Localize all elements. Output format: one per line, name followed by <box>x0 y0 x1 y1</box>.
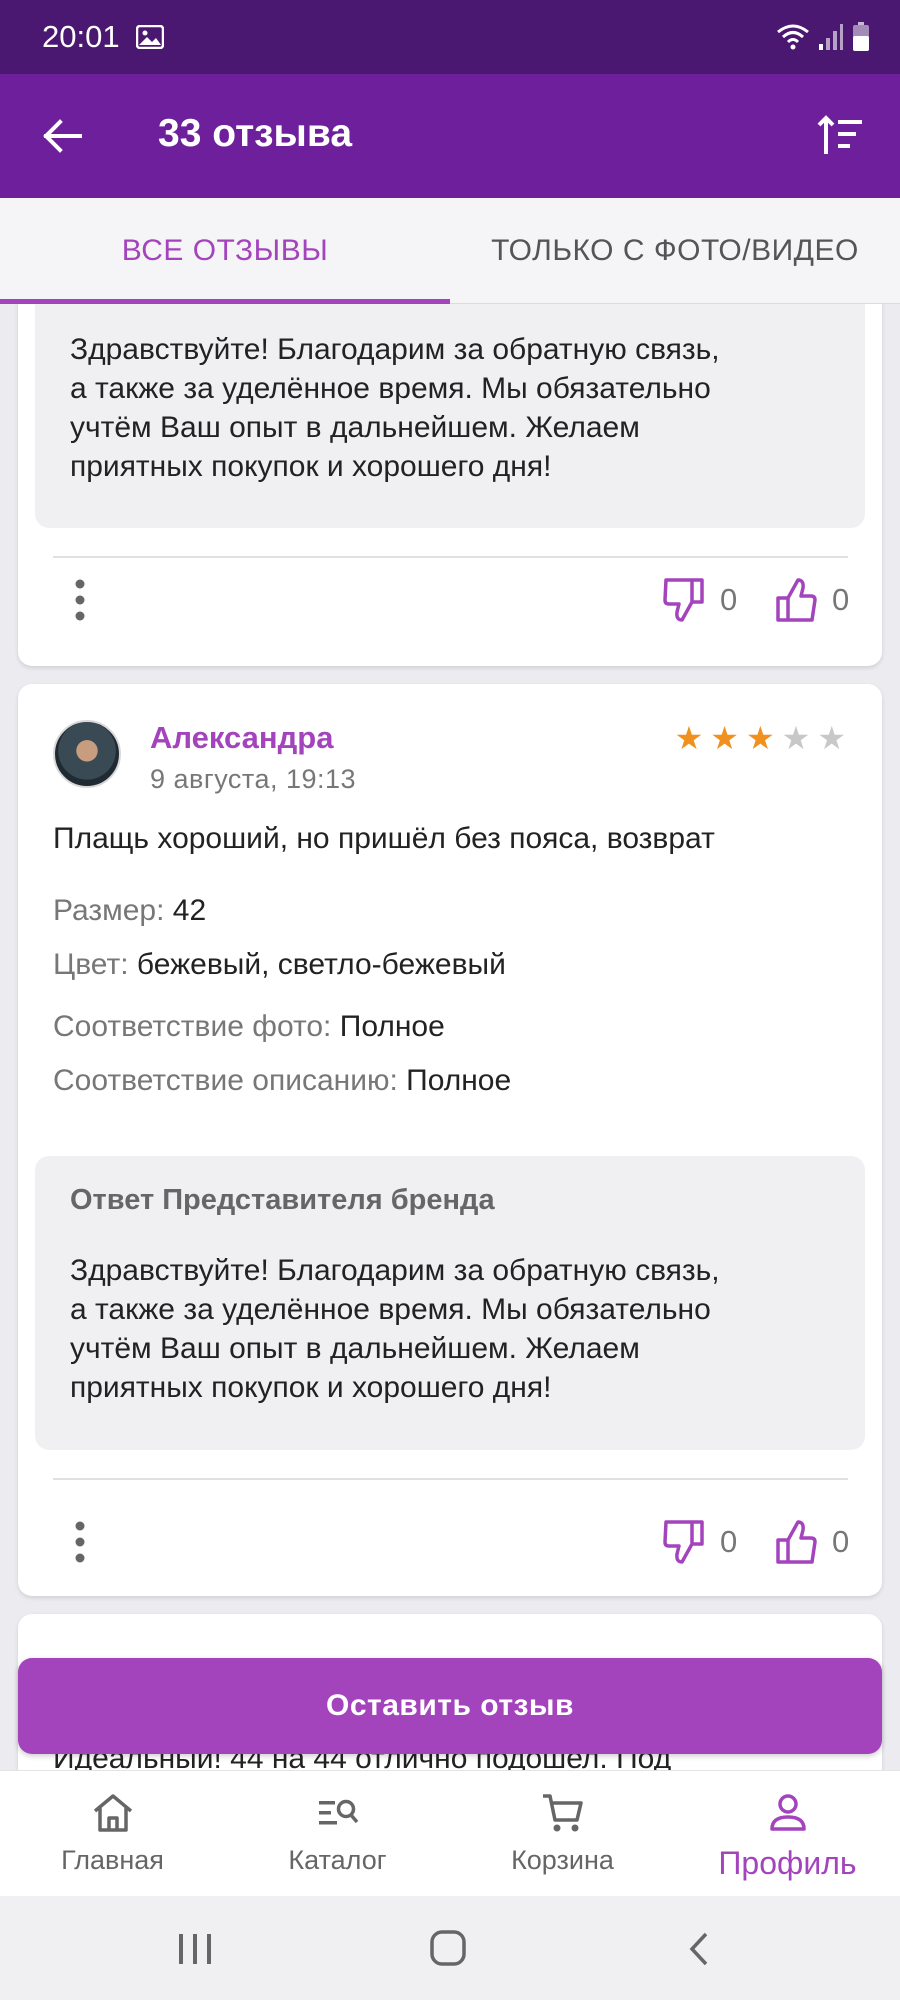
avatar <box>53 720 121 788</box>
star-empty-icon: ★ <box>817 720 846 756</box>
color-attribute: Цвет: бежевый, светло-бежевый <box>53 948 506 982</box>
dislike-button[interactable]: 0 <box>662 1518 737 1566</box>
size-value: 42 <box>172 894 207 927</box>
nav-profile-label: Профиль <box>718 1845 857 1881</box>
reply-line: учтём Ваш опыт в дальнейшем. Желаем <box>70 1332 640 1365</box>
nav-profile[interactable]: Профиль <box>675 1771 900 1896</box>
review-tabs: ВСЕ ОТЗЫВЫ ТОЛЬКО С ФОТО/ВИДЕО <box>0 198 900 304</box>
like-button[interactable]: 0 <box>774 1518 849 1566</box>
star-empty-icon: ★ <box>781 720 811 756</box>
wifi-icon <box>777 24 809 50</box>
cart-icon <box>542 1794 583 1832</box>
battery-icon <box>853 22 869 51</box>
divider <box>53 556 848 558</box>
reply-line: Здравствуйте! Благодарим за обратную свя… <box>70 333 720 366</box>
system-back-icon[interactable] <box>684 1930 714 1968</box>
review-card-previous: Здравствуйте! Благодарим за обратную свя… <box>18 304 882 666</box>
photo-match-value: Полное <box>339 1010 445 1043</box>
more-options-icon[interactable] <box>74 578 86 622</box>
color-value: бежевый, светло-бежевый <box>136 948 506 981</box>
color-label: Цвет: <box>53 948 129 981</box>
thumbs-down-icon <box>663 1520 704 1564</box>
review-card: Александра 9 августа, 19:13 ★ ★ ★ ★ ★ Плащь … <box>18 684 882 1596</box>
sort-icon[interactable] <box>816 114 864 158</box>
app-bar: 33 отзыва <box>0 74 900 198</box>
star-filled-icon: ★ <box>710 720 739 756</box>
thumbs-up-icon <box>776 1520 817 1564</box>
bottom-navigation: Главная Каталог Корзина Профиль <box>0 1770 900 1896</box>
nav-cart[interactable]: Корзина <box>450 1771 675 1896</box>
catalog-search-icon <box>318 1799 358 1825</box>
star-filled-icon: ★ <box>674 720 704 756</box>
status-indicators <box>776 22 870 52</box>
dislike-count: 0 <box>720 1524 738 1559</box>
profile-icon <box>769 1794 806 1831</box>
reply-line: приятных покупок и хорошего дня! <box>70 1371 552 1404</box>
size-attribute: Размер: 42 <box>53 894 206 928</box>
thumbs-up-icon <box>776 578 817 622</box>
signal-icon <box>819 24 843 50</box>
page-title: 33 отзыва <box>158 112 353 155</box>
brand-reply-header: Ответ Представителя бренда <box>70 1184 495 1216</box>
size-label: Размер: <box>53 894 165 927</box>
dislike-count: 0 <box>720 582 738 617</box>
reply-line: учтём Ваш опыт в дальнейшем. Желаем <box>70 411 640 444</box>
reply-line: а также за уделённое время. Мы обязатель… <box>70 372 711 405</box>
divider <box>53 1478 848 1480</box>
back-arrow-icon[interactable] <box>40 114 84 158</box>
photo-match-attribute: Соответствие фото: Полное <box>53 1010 445 1044</box>
thumbs-down-icon <box>663 578 704 622</box>
home-button-icon[interactable] <box>428 1928 468 1968</box>
description-match-value: Полное <box>406 1064 512 1097</box>
brand-reply: Здравствуйте! Благодарим за обратную свя… <box>35 304 865 528</box>
rating-stars: ★ ★ ★ ★ ★ <box>675 722 846 754</box>
reviews-list[interactable]: Здравствуйте! Благодарим за обратную свя… <box>0 304 900 1770</box>
system-navigation-bar <box>0 1896 900 2000</box>
recent-apps-icon[interactable] <box>176 1930 214 1968</box>
reply-line: а также за уделённое время. Мы обязатель… <box>70 1293 711 1326</box>
nav-catalog-label: Каталог <box>288 1845 387 1875</box>
reply-line: приятных покупок и хорошего дня! <box>70 450 552 483</box>
status-bar: 20:01 <box>0 0 900 74</box>
nav-catalog[interactable]: Каталог <box>225 1771 450 1896</box>
star-filled-icon: ★ <box>745 720 775 756</box>
photo-match-label: Соответствие фото: <box>53 1010 332 1043</box>
nav-home[interactable]: Главная <box>0 1771 225 1896</box>
more-options-icon[interactable] <box>74 1520 86 1564</box>
nav-cart-label: Корзина <box>511 1845 614 1875</box>
like-count: 0 <box>832 1524 850 1559</box>
leave-review-button[interactable]: Оставить отзыв <box>18 1658 882 1754</box>
brand-reply: Ответ Представителя бренда Здравствуйте!… <box>35 1156 865 1450</box>
gallery-notification-icon <box>135 25 164 49</box>
description-match-label: Соответствие описанию: <box>53 1064 398 1097</box>
home-icon <box>93 1794 132 1832</box>
tab-all-reviews[interactable]: ВСЕ ОТЗЫВЫ <box>0 198 450 304</box>
status-time: 20:01 <box>42 19 120 54</box>
nav-home-label: Главная <box>61 1845 164 1875</box>
review-author: Александра <box>150 720 334 755</box>
reply-line: Здравствуйте! Благодарим за обратную свя… <box>70 1254 720 1287</box>
dislike-button[interactable]: 0 <box>662 576 737 624</box>
description-match-attribute: Соответствие описанию: Полное <box>53 1064 511 1098</box>
review-date: 9 августа, 19:13 <box>150 764 357 794</box>
like-count: 0 <box>832 582 850 617</box>
review-text: Плащь хороший, но пришёл без пояса, возв… <box>53 822 715 855</box>
like-button[interactable]: 0 <box>774 576 849 624</box>
tab-photo-video-only[interactable]: ТОЛЬКО С ФОТО/ВИДЕО <box>450 198 900 304</box>
